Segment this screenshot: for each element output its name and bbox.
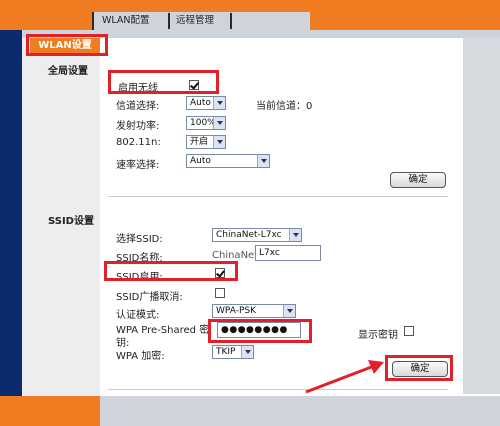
ssid-select-value: ChinaNet-L7xc <box>216 230 282 240</box>
channel-label: 信道选择: <box>116 101 160 112</box>
highlight-confirm <box>385 355 453 381</box>
global-settings-title: 全局设置 <box>48 66 88 77</box>
channel-select[interactable]: Auto <box>186 96 226 110</box>
n-mode-value: 开启 <box>190 137 209 147</box>
highlight-enable-wireless <box>108 70 219 94</box>
n-mode-select[interactable]: 开启 <box>186 135 226 149</box>
tab-remote-management[interactable]: 远程管理 <box>176 12 214 30</box>
rate-select[interactable]: Auto <box>186 154 270 168</box>
encryption-label: WPA 加密: <box>116 351 165 362</box>
chevron-down-icon <box>213 117 225 129</box>
power-label: 发射功率: <box>116 121 160 132</box>
auth-mode-select[interactable]: WPA-PSK <box>212 304 296 318</box>
rate-value: Auto <box>190 156 211 166</box>
chevron-down-icon <box>257 155 269 167</box>
ssid-name-input[interactable]: L7xc <box>255 245 321 261</box>
ssid-broadcast-checkbox[interactable] <box>215 288 225 298</box>
power-value: 100% <box>190 118 216 128</box>
select-ssid-label: 选择SSID: <box>116 234 163 245</box>
ssid-settings-title: SSID设置 <box>48 216 94 227</box>
global-confirm-button[interactable]: 确定 <box>390 172 446 188</box>
highlight-ssid-enable <box>104 261 238 281</box>
auth-mode-label: 认证模式: <box>116 310 160 321</box>
highlight-wlan-settings <box>26 34 108 56</box>
encryption-value: TKIP <box>216 347 236 357</box>
section-divider <box>108 389 448 390</box>
bottom-strip <box>100 396 500 426</box>
tab-separator <box>168 13 170 29</box>
left-nav-bar <box>0 30 22 396</box>
annotation-arrow-icon <box>305 360 384 394</box>
chevron-down-icon <box>283 305 295 317</box>
chevron-down-icon <box>213 136 225 148</box>
ssid-select[interactable]: ChinaNet-L7xc <box>212 228 302 242</box>
power-select[interactable]: 100% <box>186 116 226 130</box>
psk-label-line1: WPA Pre-Shared 密 <box>116 325 210 336</box>
section-divider <box>108 196 448 197</box>
encryption-select[interactable]: TKIP <box>212 345 254 359</box>
show-key-checkbox[interactable] <box>404 326 414 336</box>
chevron-down-icon <box>289 229 301 241</box>
n-mode-label: 802.11n: <box>116 137 161 148</box>
tab-strip: WLAN配置 远程管理 <box>92 12 310 30</box>
current-channel-label: 当前信道：0 <box>256 101 313 112</box>
auth-mode-value: WPA-PSK <box>216 306 256 316</box>
top-bar-right <box>310 12 500 30</box>
rate-label: 速率选择: <box>116 160 160 171</box>
chevron-down-icon <box>241 346 253 358</box>
highlight-psk <box>208 319 312 343</box>
show-key-label: 显示密钥 <box>358 330 398 341</box>
right-panel <box>463 38 500 394</box>
tab-separator <box>230 13 232 29</box>
channel-value: Auto <box>190 98 211 108</box>
tab-wlan-config[interactable]: WLAN配置 <box>102 12 150 30</box>
chevron-down-icon <box>213 97 225 109</box>
ssid-broadcast-label: SSID广播取消: <box>116 292 183 303</box>
